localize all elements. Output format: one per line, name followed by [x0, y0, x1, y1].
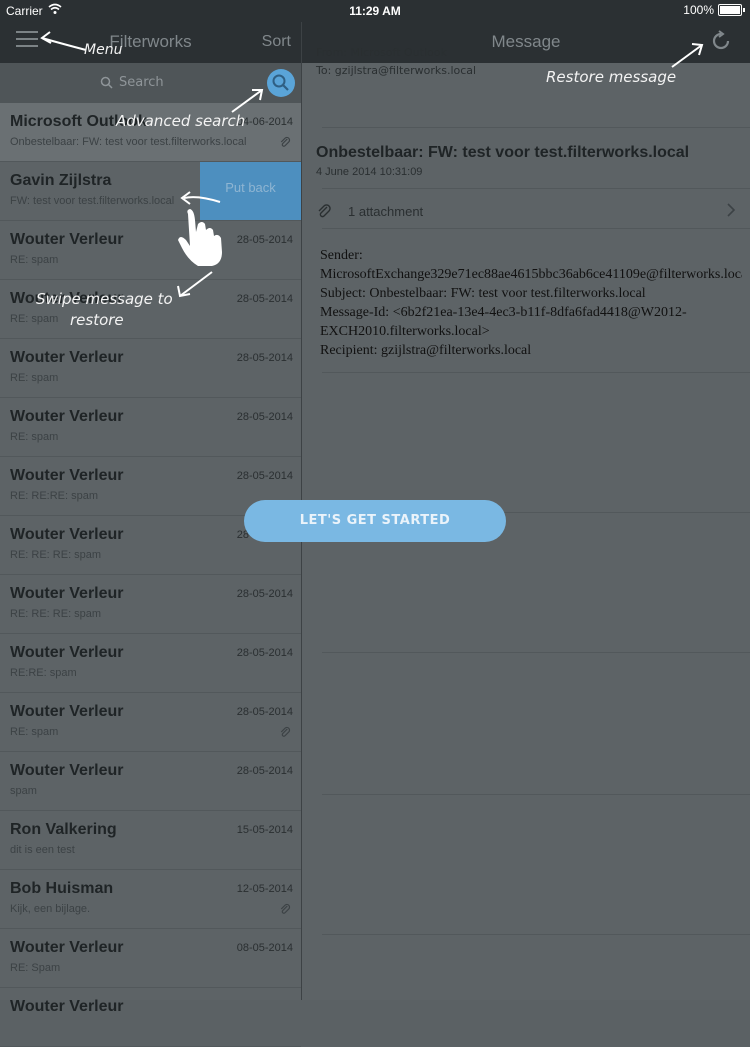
message-subject-preview: Kijk, een bijlage. [10, 903, 91, 915]
swipe-hint-line1: Swipe message to [36, 290, 173, 308]
message-sender: Wouter Verleur [10, 408, 124, 425]
message-sender: Ron Valkering [10, 821, 117, 838]
message-subject-preview: dit is een test [10, 844, 75, 856]
message-sender: Wouter Verleur [10, 644, 124, 661]
restore-icon[interactable] [708, 28, 734, 54]
advanced-search-icon [272, 74, 289, 91]
message-date: 15-05-2014 [236, 824, 293, 836]
message-date: 28-05-2014 [236, 647, 293, 659]
message-list-item[interactable]: Wouter Verleur 28-05-2014 spam [0, 752, 301, 811]
message-list-item[interactable]: Wouter Verleur 28-05-2014 RE:RE: spam [0, 634, 301, 693]
message-subject-preview: Onbestelbaar: FW: test voor test.filterw… [10, 136, 247, 148]
divider-line [322, 794, 750, 795]
message-sender: Bob Huisman [10, 880, 114, 897]
message-subject-preview: RE:RE: spam [10, 667, 77, 679]
clock: 11:29 AM [349, 4, 401, 18]
message-sender: Wouter Verleur [10, 231, 124, 248]
message-date: 28-05-2014 [236, 234, 293, 246]
search-placeholder: Search [119, 75, 164, 90]
divider-line [322, 652, 750, 653]
message-sender: Wouter Verleur [10, 526, 124, 543]
message-list-item[interactable]: Wouter Verleur 08-05-2014 RE: Spam [0, 929, 301, 988]
to-line: To: gzijlstra@filterworks.local [316, 64, 477, 77]
message-subject-preview: RE: spam [10, 372, 59, 384]
paperclip-icon [280, 136, 291, 147]
body-line: Subject: Onbestelbaar: FW: test voor tes… [320, 286, 646, 301]
message-date: 28-05-2014 [236, 470, 293, 482]
get-started-button[interactable]: LET'S GET STARTED [244, 500, 506, 542]
message-sender: Wouter Verleur [10, 349, 124, 366]
message-body: Sender: MicrosoftExchange329e71ec88ae461… [320, 246, 742, 360]
message-subject: Onbestelbaar: FW: test voor test.filterw… [316, 144, 690, 161]
divider-line [322, 127, 750, 128]
body-line: Recipient: gzijlstra@filterworks.local [320, 343, 532, 358]
message-subject-preview: RE: spam [10, 726, 59, 738]
message-list: Microsoft Outlook 04-06-2014 Onbestelbaar:… [0, 103, 301, 1047]
message-list-item[interactable]: Wouter Verleur 28-05-2014 RE: spam [0, 693, 301, 752]
body-line: Sender: [320, 248, 363, 263]
message-list-item[interactable]: Wouter Verleur 28-05-2014 RE: RE: RE: spam [0, 575, 301, 634]
message-list-item[interactable]: Wouter Verleur 28-05-2014 RE: spam [0, 339, 301, 398]
message-list-item[interactable]: Wouter Verleur 28-05-2014 RE: spam [0, 280, 301, 339]
menu-arrow-icon [40, 31, 87, 51]
attachments-label: 1 attachment [348, 203, 424, 219]
message-sender: Wouter Verleur [10, 762, 124, 779]
message-subject-preview: RE: Spam [10, 962, 61, 974]
restore-arrow-icon [671, 43, 704, 68]
menu-hint: Menu [84, 42, 123, 58]
message-date: 28-05-2014 [236, 588, 293, 600]
swipe-hand-icon [177, 191, 222, 298]
search-icon [100, 76, 113, 89]
divider-line [322, 228, 750, 229]
message-date: 28-05-2014 [236, 293, 293, 305]
message-sender: Gavin Zijlstra [10, 172, 112, 189]
battery-icon [718, 4, 745, 16]
message-list-item[interactable]: Wouter Verleur 28-05-2014 RE: spam [0, 398, 301, 457]
message-date: 12-05-2014 [236, 883, 293, 895]
message-sender: Wouter Verleur [10, 939, 124, 956]
message-date: 28-05-2014 [236, 765, 293, 777]
message-sender: Wouter Verleur [10, 585, 124, 602]
message-sender: Wouter Verleur [10, 703, 124, 720]
body-line: MicrosoftExchange329e71ec88ae4615bbc36ab… [320, 267, 742, 282]
message-subject-preview: RE: RE:RE: spam [10, 490, 99, 502]
battery-label: 100% [683, 3, 714, 17]
message-list-item[interactable]: Wouter Verleur 28-05-2014 RE: spam [0, 221, 301, 280]
paperclip-icon [280, 903, 291, 914]
message-subject-preview: spam [10, 785, 37, 797]
message-list-item[interactable]: Gavin Zijlstra FW: test voor test.filterw… [0, 162, 301, 221]
message-subject-preview: RE: RE: RE: spam [10, 549, 102, 561]
message-list-item[interactable]: Wouter Verleur [0, 988, 301, 1047]
battery-indicator: 100% [683, 3, 745, 17]
message-subject-preview: RE: spam [10, 431, 59, 443]
message-sender: Wouter Verleur [10, 998, 124, 1015]
message-date: 08-05-2014 [236, 942, 293, 954]
message-subject-preview: RE: RE: RE: spam [10, 608, 102, 620]
advanced-search-hint: Advanced search [116, 112, 246, 130]
search-input[interactable]: Search [100, 75, 164, 90]
message-date: 28-05-2014 [236, 411, 293, 423]
chevron-right-icon [727, 203, 736, 217]
from-line: From: Microsoft Outlook [316, 46, 447, 59]
message-list-item[interactable]: Ron Valkering 15-05-2014 dit is een test [0, 811, 301, 870]
paperclip-icon [280, 726, 291, 737]
status-bar: Carrier 11:29 AM 100% [0, 0, 750, 22]
divider-line [322, 372, 750, 373]
message-date: 4 June 2014 10:31:09 [316, 166, 423, 178]
message-list-item[interactable]: Bob Huisman 12-05-2014 Kijk, een bijlage. [0, 870, 301, 929]
message-date: 28-05-2014 [236, 706, 293, 718]
body-line: EXCH2010.filterworks.local> [320, 324, 490, 339]
sort-button[interactable]: Sort [262, 33, 291, 51]
divider-line [322, 188, 750, 189]
attachments-row[interactable]: 1 attachment [316, 196, 736, 226]
swipe-hint-line2: restore [70, 311, 124, 329]
advanced-search-button[interactable] [267, 69, 295, 97]
message-sender: Wouter Verleur [10, 467, 124, 484]
restore-hint: Restore message [546, 68, 677, 86]
message-subject-preview: RE: spam [10, 313, 59, 325]
divider-line [322, 934, 750, 935]
body-line: Message-Id: <6b2f21ea-13e4-4ec3-b11f-8df… [320, 305, 687, 320]
paperclip-icon [318, 204, 331, 218]
message-date: 28-05-2014 [236, 352, 293, 364]
